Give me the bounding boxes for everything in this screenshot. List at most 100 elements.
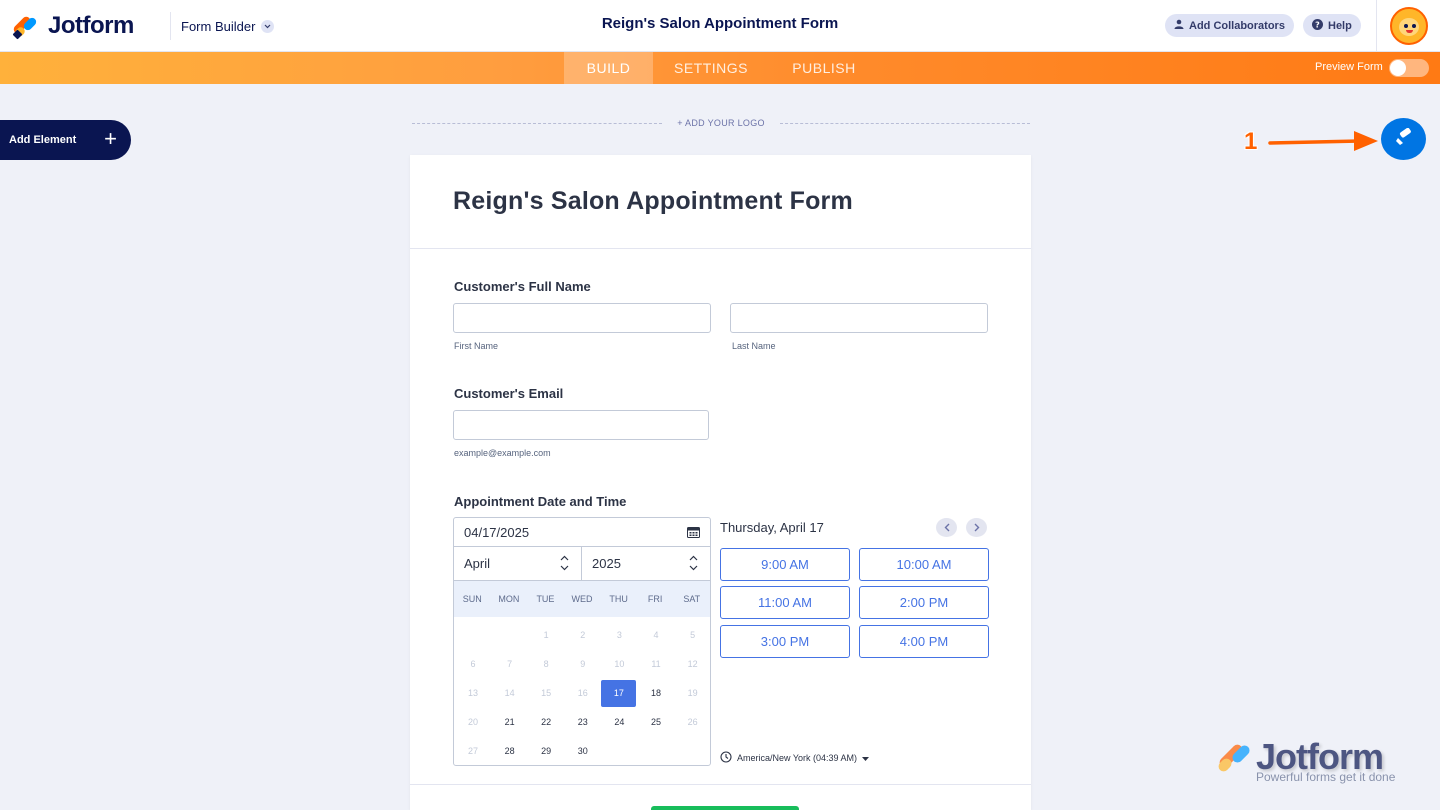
submit-button[interactable] <box>651 806 799 810</box>
time-slot-button[interactable]: 3:00 PM <box>720 625 850 658</box>
jotform-logo-icon <box>12 13 40 40</box>
calendar-day: 3 <box>616 630 622 640</box>
help-icon: ? <box>1312 18 1323 33</box>
add-element-label: Add Element <box>9 134 77 146</box>
calendar-day[interactable]: 22 <box>528 709 564 735</box>
watermark-tagline: Powerful forms get it done <box>1256 770 1396 784</box>
jotform-watermark: Jotform Powerful forms get it done <box>1214 736 1414 786</box>
time-slot-button[interactable]: 4:00 PM <box>859 625 989 658</box>
jotform-watermark-icon <box>1216 740 1252 776</box>
calendar-day[interactable]: 17 <box>601 680 637 707</box>
calendar-day[interactable]: 28 <box>492 738 528 764</box>
tab-build[interactable]: BUILD <box>564 52 653 84</box>
first-name-input[interactable] <box>453 303 711 333</box>
calendar-day: 4 <box>653 630 659 640</box>
weekday-label: MON <box>498 594 520 604</box>
calendar-day[interactable]: 18 <box>638 680 674 706</box>
builder-nav-bar: BUILD SETTINGS PUBLISH Preview Form <box>0 52 1440 84</box>
appointment-label: Appointment Date and Time <box>454 494 627 509</box>
calendar-day: 5 <box>690 630 696 640</box>
form-designer-button[interactable] <box>1381 118 1426 160</box>
date-input[interactable]: 04/17/2025 <box>454 518 710 547</box>
up-down-chevron-icon <box>560 554 569 574</box>
account-menu[interactable] <box>1376 0 1440 52</box>
next-day-button[interactable] <box>966 518 987 537</box>
weekday-label: WED <box>571 594 593 604</box>
form-title-header[interactable]: Reign's Salon Appointment Form <box>520 15 920 32</box>
calendar-day: 10 <box>614 659 625 669</box>
calendar-day: 27 <box>467 746 478 756</box>
calendar-day[interactable]: 24 <box>601 709 637 735</box>
user-icon <box>1174 19 1184 32</box>
tab-settings[interactable]: SETTINGS <box>664 52 758 84</box>
brand-name: Jotform <box>48 12 134 39</box>
calendar-day: 9 <box>580 659 586 669</box>
date-picker: 04/17/2025 April 2025 SUN MON TUE WED TH… <box>453 517 711 766</box>
selected-day-heading: Thursday, April 17 <box>720 520 824 535</box>
previous-day-button[interactable] <box>936 518 957 537</box>
annotation-number: 1 <box>1244 128 1258 155</box>
weekday-label: THU <box>609 594 628 604</box>
weekday-label: TUE <box>536 594 555 604</box>
last-name-sublabel: Last Name <box>732 341 776 351</box>
timezone-selector[interactable]: America/New York (04:39 AM) <box>720 751 870 765</box>
calendar-day[interactable]: 23 <box>565 709 601 735</box>
time-slot-button[interactable]: 11:00 AM <box>720 586 850 619</box>
date-value: 04/17/2025 <box>464 525 530 540</box>
calendar-day: 19 <box>687 688 698 698</box>
calendar-day[interactable]: 30 <box>565 738 601 764</box>
calendar-day: 11 <box>651 659 661 669</box>
calendar-day: 8 <box>543 659 549 669</box>
divider <box>410 784 1031 785</box>
add-logo-area[interactable]: + ADD YOUR LOGO <box>412 117 1030 129</box>
last-name-input[interactable] <box>730 303 988 333</box>
plus-icon: + <box>104 126 117 151</box>
weekday-label: SUN <box>462 594 482 604</box>
calendar-day[interactable]: 21 <box>492 709 528 735</box>
preview-form-label: Preview Form <box>1315 61 1383 73</box>
calendar-day: 13 <box>467 688 478 698</box>
calendar-day: 16 <box>577 688 588 698</box>
weekday-header: SUN MON TUE WED THU FRI SAT <box>454 581 710 617</box>
calendar-day: 15 <box>541 688 552 698</box>
first-name-sublabel: First Name <box>454 341 499 351</box>
add-element-button[interactable]: Add Element + <box>0 120 131 160</box>
caret-down-icon <box>862 753 870 763</box>
year-value: 2025 <box>592 556 621 571</box>
add-collaborators-button[interactable]: Add Collaborators <box>1165 14 1294 37</box>
add-collaborators-label: Add Collaborators <box>1189 19 1285 32</box>
timezone-label: America/New York (04:39 AM) <box>737 753 858 763</box>
email-input[interactable] <box>453 410 709 440</box>
calendar-icon[interactable] <box>687 526 700 541</box>
calendar-day[interactable]: 29 <box>528 738 564 764</box>
clock-icon <box>720 751 732 765</box>
preview-form-toggle[interactable] <box>1389 59 1429 77</box>
calendar-day: 7 <box>507 659 513 669</box>
year-select[interactable]: 2025 <box>582 547 710 581</box>
calendar-day: 6 <box>470 659 476 669</box>
time-slot-button[interactable]: 10:00 AM <box>859 548 989 581</box>
chevron-right-icon <box>974 519 980 537</box>
avatar <box>1389 7 1428 45</box>
calendar-day: 20 <box>467 717 478 727</box>
svg-text:?: ? <box>1315 20 1320 29</box>
email-sublabel: example@example.com <box>454 448 551 458</box>
annotation-arrow-icon <box>1268 131 1378 151</box>
form-builder-menu[interactable]: Form Builder <box>170 12 284 40</box>
help-button[interactable]: ? Help <box>1303 14 1361 37</box>
calendar-day[interactable]: 25 <box>638 709 674 735</box>
time-slot-button[interactable]: 2:00 PM <box>859 586 989 619</box>
form-title[interactable]: Reign's Salon Appointment Form <box>453 187 1031 216</box>
paint-roller-icon <box>1394 127 1414 151</box>
time-slot-button[interactable]: 9:00 AM <box>720 548 850 581</box>
form-header[interactable]: Reign's Salon Appointment Form <box>410 155 1031 249</box>
form-builder-label: Form Builder <box>181 18 256 34</box>
jotform-logo[interactable]: Jotform <box>12 12 134 40</box>
calendar-day: 12 <box>687 659 698 669</box>
tab-publish[interactable]: PUBLISH <box>782 52 866 84</box>
full-name-label: Customer's Full Name <box>454 279 591 294</box>
chevron-down-icon <box>261 19 275 33</box>
weekday-label: FRI <box>647 594 663 604</box>
chevron-left-icon <box>944 519 950 537</box>
month-select[interactable]: April <box>454 547 582 581</box>
